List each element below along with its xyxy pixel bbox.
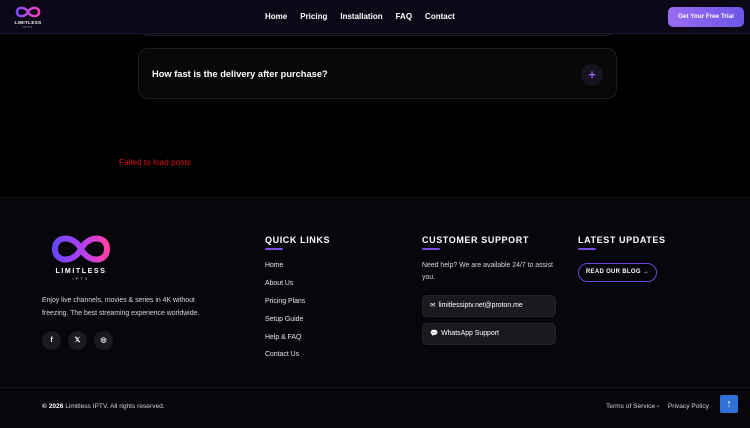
faq-item[interactable]: How fast is the delivery after purchase?… [138, 48, 617, 99]
footer-link-about[interactable]: About Us [265, 279, 305, 297]
mail-icon: ✉ [430, 302, 436, 309]
instagram-icon[interactable]: ◎ [94, 331, 113, 350]
copyright-year: © 2026 [42, 403, 64, 410]
social-links: f 𝕏 ◎ [42, 331, 120, 350]
privacy-link[interactable]: Privacy Policy [668, 403, 709, 411]
footer-logo[interactable]: LIMITLESS IPTV [46, 231, 116, 281]
copyright-text: © 2026 Limitless IPTV. All rights reserv… [42, 403, 165, 410]
legal-separator: • [657, 404, 659, 410]
whatsapp-label: WhatsApp Support [441, 330, 499, 337]
site-logo[interactable]: LIMITLESS IPTV [11, 4, 45, 30]
nav-installation[interactable]: Installation [340, 12, 382, 21]
quick-links-title: QUICK LINKS [265, 235, 331, 245]
read-blog-button[interactable]: READ OUR BLOG → [578, 263, 657, 282]
x-twitter-icon[interactable]: 𝕏 [68, 331, 87, 350]
support-underline [422, 248, 440, 250]
posts-error-message: Failed to load posts [119, 157, 191, 167]
free-trial-button[interactable]: Get Your Free Trial [668, 7, 744, 27]
nav-home[interactable]: Home [265, 12, 287, 21]
footer-link-contact[interactable]: Contact Us [265, 350, 305, 368]
terms-link[interactable]: Terms of Service [606, 403, 655, 411]
nav-pricing[interactable]: Pricing [300, 12, 327, 21]
footer-link-faq[interactable]: Help & FAQ [265, 333, 305, 351]
arrow-up-icon[interactable]: ↑ [720, 395, 738, 413]
infinity-logo-icon [15, 6, 41, 18]
nav-contact[interactable]: Contact [425, 12, 455, 21]
copyright-owner: Limitless IPTV. All rights reserved. [65, 403, 165, 410]
quick-links-list: Home About Us Pricing Plans Setup Guide … [265, 261, 305, 368]
quick-links-underline [265, 248, 283, 250]
chat-icon: 💬 [430, 330, 439, 337]
updates-underline [578, 248, 596, 250]
footer-tagline: Enjoy live channels, movies & series in … [42, 297, 200, 317]
plus-icon[interactable]: + [581, 64, 603, 86]
faq-question: How fast is the delivery after purchase? [152, 69, 328, 79]
email-support-button[interactable]: ✉ limitlessiptv.net@proton.me [422, 295, 556, 317]
updates-title: LATEST UPDATES [578, 235, 666, 245]
footer-link-pricing[interactable]: Pricing Plans [265, 297, 305, 315]
site-header: LIMITLESS IPTV Home Pricing Installation… [0, 0, 750, 34]
logo-subtext: IPTV [22, 25, 34, 29]
facebook-icon[interactable]: f [42, 331, 61, 350]
legal-links: Terms of Service • Privacy Policy [606, 403, 709, 411]
footer-link-home[interactable]: Home [265, 261, 305, 279]
infinity-logo-icon [51, 235, 111, 263]
support-email: limitlessiptv.net@proton.me [438, 302, 523, 309]
footer-brand-sub: IPTV [72, 276, 90, 281]
main-nav: Home Pricing Installation FAQ Contact [265, 12, 468, 21]
support-title: CUSTOMER SUPPORT [422, 235, 529, 245]
footer-link-setup[interactable]: Setup Guide [265, 315, 305, 333]
support-description: Need help? We are available 24/7 to assi… [422, 262, 553, 281]
footer-divider [0, 387, 750, 388]
whatsapp-support-button[interactable]: 💬 WhatsApp Support [422, 323, 556, 345]
nav-faq[interactable]: FAQ [396, 12, 412, 21]
footer-brand-name: LIMITLESS [55, 268, 107, 275]
site-footer: LIMITLESS IPTV Enjoy live channels, movi… [0, 197, 750, 428]
